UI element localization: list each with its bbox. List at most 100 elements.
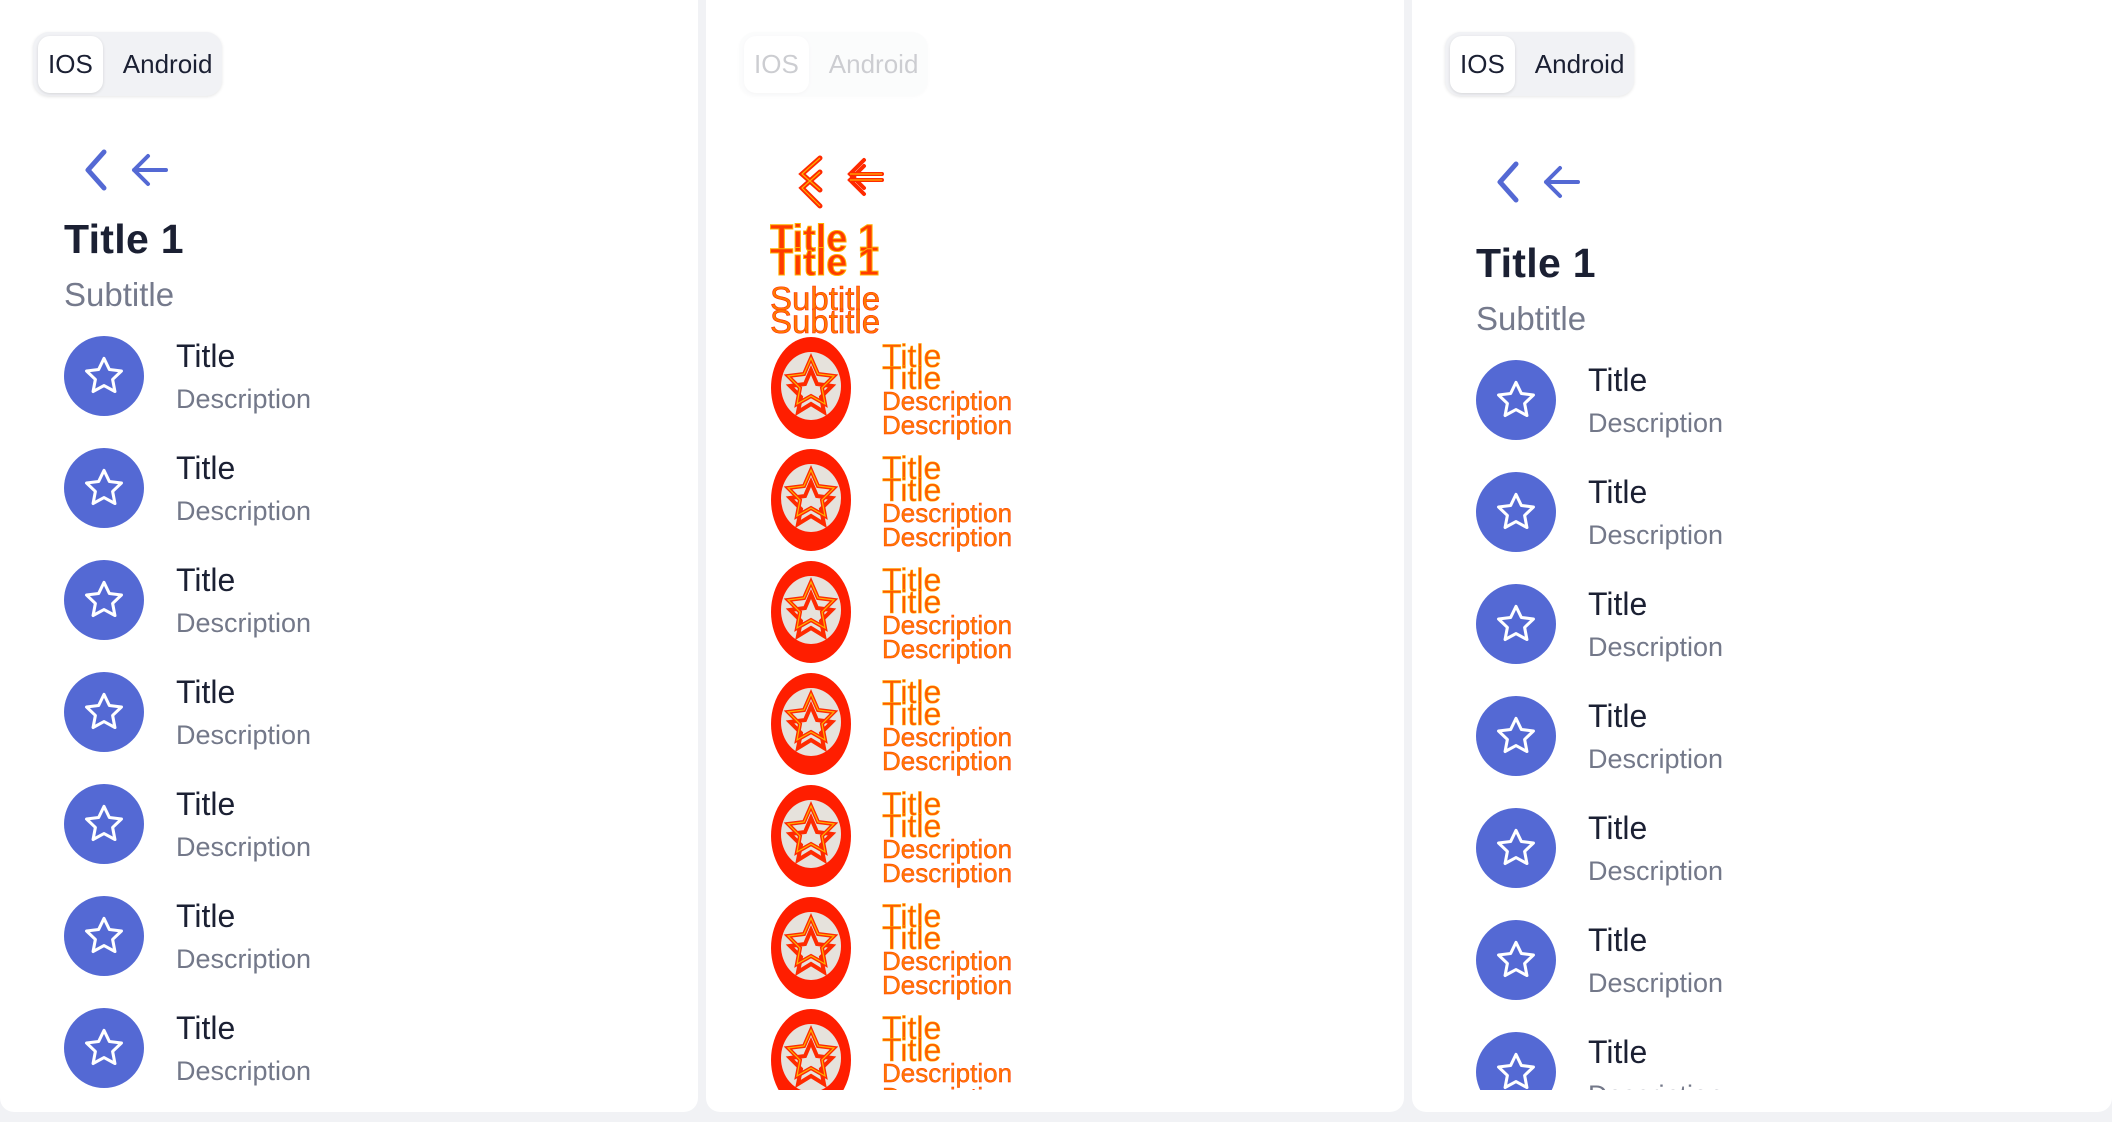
list-item-description: Description [176,944,312,974]
item-list: Title Description Title Description Title Des… [64,336,698,1112]
list-item[interactable]: TitleTitleDescriptionDescription [770,448,1170,560]
star-icon [64,672,144,752]
android-preview-panel: IOS Android Title 1 Subtitle Title Descri… [1412,0,2112,1112]
star-icon [770,560,852,664]
star-icon [64,896,144,976]
item-list: Title Description Title Description Title Des… [1476,360,2112,1090]
page-subtitle: Subtitle [1476,300,1587,337]
list-item-title: Title [1588,698,1648,734]
list-item-description: Description [176,720,312,750]
ios-preview-panel: IOS Android Title 1 Subtitle Title Descri… [0,0,698,1112]
ios-toggle-option[interactable]: IOS [1450,35,1515,93]
list-item[interactable]: Title Description [64,672,698,784]
list-item-title: Title [1588,810,1648,846]
list-item-description: Description [176,384,312,414]
android-toggle-option[interactable]: Android [823,36,921,93]
list-item-description-duplicate: Description [882,858,1013,888]
star-icon [1476,584,1556,664]
arrow-left-icon[interactable] [846,154,886,215]
android-toggle-option[interactable]: Android [1529,36,1627,93]
list-item-title: Title [176,338,236,374]
list-item-description: Description [176,608,312,638]
star-icon [770,784,852,888]
page-subtitle-duplicate: Subtitle [770,303,881,340]
list-item-description-duplicate: Description [882,410,1013,440]
list-item-title: Title [176,898,236,934]
list-item[interactable]: Title Description [1476,360,2112,472]
list-item-title: Title [1588,362,1648,398]
list-item-description-duplicate: Description [882,1084,1012,1090]
star-icon [64,784,144,864]
overlay-preview-panel: IOS Android Title 1 Title 1 Subtitle Sub… [706,0,1404,1112]
list-item[interactable]: Title Description [1476,696,2112,808]
ios-toggle-option[interactable]: IOS [744,35,809,93]
ios-toggle-option[interactable]: IOS [38,35,103,93]
list-item-title: Title [176,562,236,598]
platform-toggle: IOS Android [33,32,223,96]
page-subtitle: Subtitle [64,276,175,313]
navigation-bar [80,148,170,192]
chevron-left-icon[interactable] [1492,160,1526,204]
star-icon [770,1008,852,1090]
list-item-title: Title [1588,586,1648,622]
page-title-duplicate: Title 1 [770,242,880,284]
page-title: Title 1 [64,216,184,262]
android-toggle-option[interactable]: Android [117,36,215,93]
list-item-title: Title [1588,1034,1648,1070]
chevron-left-icon[interactable] [80,148,114,192]
star-icon [1476,920,1556,1000]
platform-toggle-faded: IOS Android [739,32,929,96]
list-item-title: Title [176,674,236,710]
chevron-left-icon[interactable] [794,154,828,215]
list-item-description: Description [176,832,312,862]
list-item-title: Title [1588,922,1648,958]
list-item-description: Description [1588,408,1724,438]
star-icon [1476,360,1556,440]
list-item[interactable]: TitleTitleDescriptionDescription [770,1008,1170,1090]
list-item-description-duplicate: Description [882,522,1013,552]
list-item[interactable]: Title Description [1476,808,2112,920]
list-item-description-duplicate: Description [882,634,1013,664]
list-item[interactable]: Title Description [64,1008,698,1112]
list-item-title: Title [176,1010,236,1046]
list-item-description: Description [176,1056,312,1086]
star-icon [770,336,852,440]
arrow-left-icon[interactable] [1542,164,1582,200]
platform-toggle: IOS Android [1445,32,1635,96]
star-icon [770,896,852,1000]
navigation-bar-overlay [794,154,886,215]
list-item[interactable]: Title Description [1476,920,2112,1032]
list-item[interactable]: Title Description [64,448,698,560]
item-list-overlay: Title Title Description Description Title Tit… [770,336,1170,1090]
list-item[interactable]: TitleTitleDescriptionDescription [770,784,1170,896]
list-item-title: Title [1588,474,1648,510]
list-item-title: Title [176,450,236,486]
list-item[interactable]: TitleTitleDescriptionDescription [770,560,1170,672]
list-item-description: Description [1588,968,1724,998]
star-icon [770,672,852,776]
list-item-description-duplicate: Description [882,970,1013,1000]
list-item[interactable]: Title Description [1476,1032,2112,1090]
star-icon [64,560,144,640]
list-item-description: Description [1588,856,1724,886]
star-icon [64,448,144,528]
list-item[interactable]: Title Description [64,336,698,448]
list-item[interactable]: Title Description [64,560,698,672]
list-item[interactable]: Title Description [64,896,698,1008]
list-item[interactable]: Title Description [1476,584,2112,696]
list-item[interactable]: TitleTitleDescriptionDescription [770,896,1170,1008]
list-item-description: Description [1588,632,1724,662]
list-item[interactable]: Title Description [64,784,698,896]
list-item[interactable]: TitleTitleDescriptionDescription [770,336,1170,448]
list-item[interactable]: TitleTitleDescriptionDescription [770,672,1170,784]
star-icon [1476,472,1556,552]
list-item-description-duplicate: Description [882,746,1013,776]
star-icon [770,448,852,552]
star-icon [1476,808,1556,888]
list-item-description: Description [1588,744,1724,774]
list-item[interactable]: Title Description [1476,472,2112,584]
overlay-content: Title 1 Title 1 Subtitle Subtitle Title T… [770,150,1404,1090]
star-icon [64,1008,144,1088]
arrow-left-icon[interactable] [130,152,170,188]
star-icon [1476,1032,1556,1090]
